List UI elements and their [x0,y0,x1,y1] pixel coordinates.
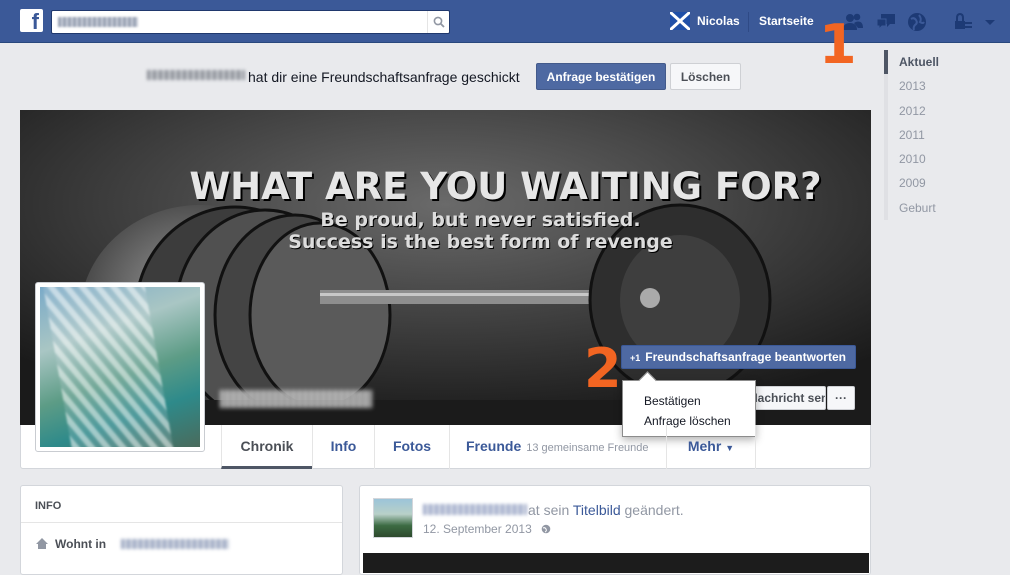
notifications-icon[interactable] [906,11,928,33]
lives-in-value-redacted [121,539,229,549]
scotland-flag-icon [670,12,690,30]
home-icon [36,538,48,549]
post-image[interactable] [363,553,869,573]
info-card: INFO Wohnt in [20,485,343,575]
year-item[interactable]: 2009 [884,171,1010,196]
info-card-divider [21,522,342,523]
profile-picture-image [40,287,200,447]
tab-timeline[interactable]: Chronik [221,425,312,469]
year-item[interactable]: 2010 [884,147,1010,172]
mutual-friends-count: 13 gemeinsame Freunde [526,442,649,454]
chevron-down-icon: ▼ [725,443,735,453]
cover-headline: WHAT ARE YOU WAITING FOR? [189,165,822,208]
search-input-redacted-text [58,17,138,27]
tab-friends[interactable]: Freunde 13 gemeinsame Freunde [449,425,666,469]
profile-picture[interactable] [35,282,205,452]
search-icon [433,16,445,28]
post-suffix: geändert. [624,502,684,518]
respond-friend-request-label: Freundschaftsanfrage beantworten [645,350,846,364]
friend-request-message: hat dir eine Freundschaftsanfrage geschi… [248,69,520,85]
year-item[interactable]: 2012 [884,98,1010,123]
account-menu-icon[interactable] [983,17,997,27]
requester-name-redacted [147,70,245,80]
search-button[interactable] [427,11,449,33]
timeline-post: at sein Titelbild geändert. 12. Septembe… [359,485,871,575]
year-item-current[interactable]: Aktuell [884,50,1010,75]
tab-more-label: Mehr [687,438,722,454]
year-item-birth[interactable]: Geburt [884,195,1010,221]
year-item[interactable]: 2013 [884,74,1010,99]
info-card-title: INFO [35,500,62,512]
timeline-year-nav: Aktuell 2013 2012 2011 2010 2009 Geburt [884,50,1010,221]
add-friend-icon: +1 [630,353,641,363]
facebook-logo[interactable]: f [20,9,43,32]
cover-photo-link[interactable]: Titelbild [573,502,621,518]
lives-in-label: Wohnt in [55,537,107,551]
tab-friends-label: Freunde [466,438,522,454]
profile-link[interactable]: Nicolas [697,14,740,28]
top-bar: f Nicolas Startseite [0,0,1010,43]
cover-line-2: Success is the best form of revenge [288,231,673,253]
messages-icon[interactable] [875,11,897,33]
send-message-button[interactable]: Nachricht senden [748,386,826,410]
confirm-request-button[interactable]: Anfrage bestätigen [536,63,666,90]
post-action-text: at sein [528,502,570,518]
tab-photos[interactable]: Fotos [374,425,449,469]
delete-request-button[interactable]: Löschen [670,63,741,90]
post-author-redacted [423,504,527,515]
tab-more[interactable]: Mehr ▼ [666,425,756,469]
profile-picture-redaction [41,287,179,447]
cover-line-1: Be proud, but never satisfied. [320,209,641,231]
profile-name-redacted [220,390,372,408]
nav-divider [748,12,749,32]
annotation-number-two: 2 [584,337,622,400]
more-options-button[interactable]: ··· [827,386,855,410]
post-headline: at sein Titelbild geändert. [528,502,684,518]
dropdown-item-confirm[interactable]: Bestätigen [623,392,755,412]
home-link[interactable]: Startseite [759,14,814,28]
search-box[interactable] [51,10,450,34]
year-item[interactable]: 2011 [884,122,1010,148]
post-timestamp[interactable]: 12. September 2013 [423,522,532,536]
avatar[interactable] [373,498,413,538]
tab-info[interactable]: Info [312,425,374,469]
respond-friend-request-button[interactable]: +1 Freundschaftsanfrage beantworten [621,345,856,369]
globe-icon [541,524,551,534]
privacy-icon[interactable] [952,11,974,33]
annotation-number-one: 1 [819,13,857,76]
